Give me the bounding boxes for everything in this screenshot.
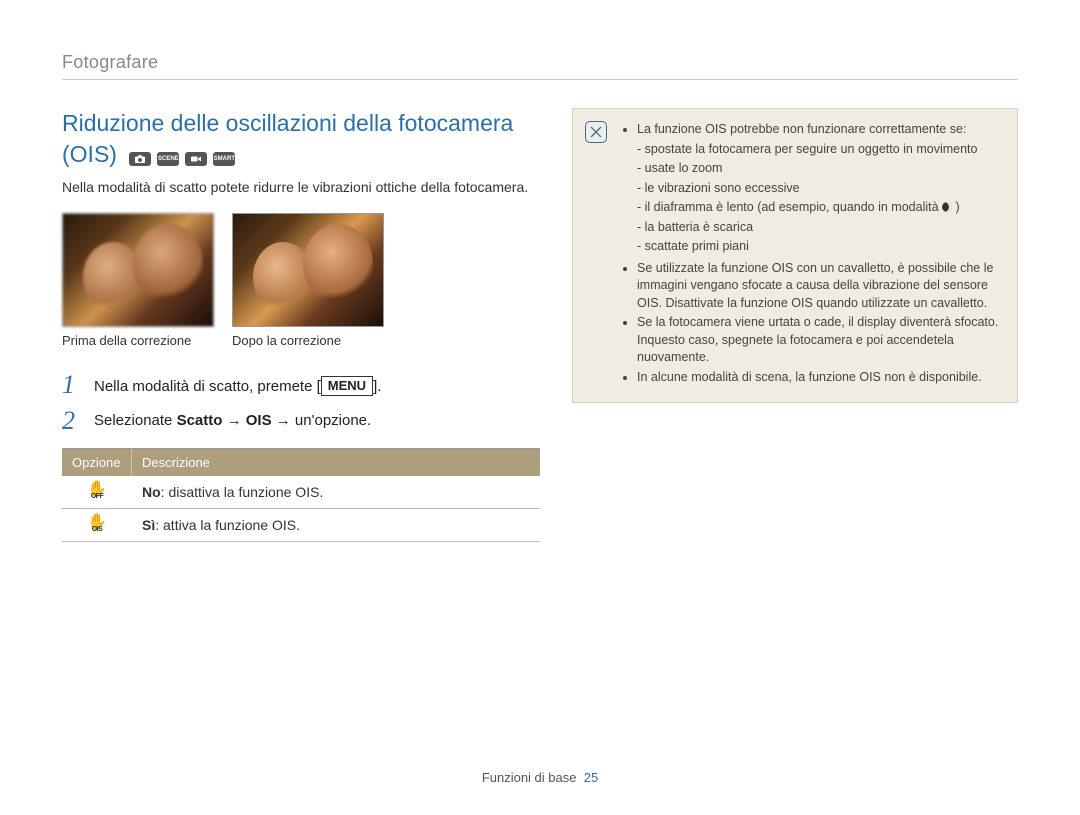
table-row: ✋OIS Sì: attiva la funzione OIS. [62, 509, 540, 542]
options-table: Opzione Descrizione ✋OFF No: disattiva l… [62, 448, 540, 542]
note-b1-sub: le vibrazioni sono eccessive [637, 180, 1003, 198]
row-1-rest: : attiva la funzione OIS. [155, 517, 300, 533]
menu-button-label: MENU [321, 376, 373, 396]
step-2-prefix: Selezionate [94, 412, 177, 429]
note-b4: In alcune modalità di scena, la funzione… [637, 369, 1003, 387]
row-1-bold: Sì [142, 517, 155, 533]
step-2-b1: Scatto [177, 412, 223, 429]
page-title-line1: Riduzione delle oscillazioni della fotoc… [62, 110, 513, 136]
after-correction-image [232, 213, 384, 327]
step-number: 1 [62, 372, 82, 398]
camera-mode-icon [129, 152, 151, 166]
mode-icons-row: SCENE SMART [129, 152, 235, 166]
footer-page-number: 25 [584, 770, 598, 785]
row-0-rest: : disattiva la funzione OIS. [161, 484, 324, 500]
scene-mode-icon: SCENE [157, 152, 179, 166]
left-column: Riduzione delle oscillazioni della fotoc… [62, 108, 540, 542]
step-2-mid1: → [222, 412, 245, 429]
note-icon [585, 121, 607, 143]
row-0-bold: No [142, 484, 161, 500]
footer-section: Funzioni di base [482, 770, 577, 785]
table-head-desc: Descrizione [132, 449, 540, 476]
table-row: ✋OFF No: disattiva la funzione OIS. [62, 476, 540, 509]
step-2: 2 Selezionate Scatto → OIS → un'opzione. [62, 408, 540, 434]
note-b1-sub: la batteria è scarica [637, 219, 1003, 237]
smart-mode-icon: SMART [213, 152, 235, 166]
step-2-mid2: → un'opzione. [272, 412, 372, 429]
table-head-option: Opzione [62, 449, 132, 476]
note-b3: Se la fotocamera viene urtata o cade, il… [637, 314, 1003, 367]
right-column: La funzione OIS potrebbe non funzionare … [572, 108, 1018, 542]
step-1-prefix: Nella modalità di scatto, premete [ [94, 378, 321, 395]
before-correction-image [62, 213, 214, 327]
page-title-line2: (OIS) [62, 141, 117, 167]
note-b1-sub: usate lo zoom [637, 160, 1003, 178]
note-b1-sub: il diaframma è lento (ad esempio, quando… [637, 199, 1003, 217]
ois-on-icon: ✋OIS [87, 518, 107, 532]
breadcrumb: Fotografare [62, 52, 1018, 80]
note-b2: Se utilizzate la funzione OIS con un cav… [637, 260, 1003, 313]
note-b1: La funzione OIS potrebbe non funzionare … [637, 122, 966, 136]
page-footer: Funzioni di base 25 [0, 770, 1080, 785]
ois-off-icon: ✋OFF [87, 485, 107, 499]
note-b1-sub: spostate la fotocamera per seguire un og… [637, 141, 1003, 159]
video-mode-icon [185, 152, 207, 166]
info-box: La funzione OIS potrebbe non funzionare … [572, 108, 1018, 403]
after-caption: Dopo la correzione [232, 333, 384, 348]
step-number: 2 [62, 408, 82, 434]
before-caption: Prima della correzione [62, 333, 214, 348]
step-1: 1 Nella modalità di scatto, premete [MEN… [62, 372, 540, 398]
intro-text: Nella modalità di scatto potete ridurre … [62, 178, 540, 197]
note-b1-sub: scattate primi piani [637, 238, 1003, 256]
step-2-b2: OIS [246, 412, 272, 429]
step-1-suffix: ]. [373, 378, 381, 395]
moon-icon [942, 202, 952, 212]
